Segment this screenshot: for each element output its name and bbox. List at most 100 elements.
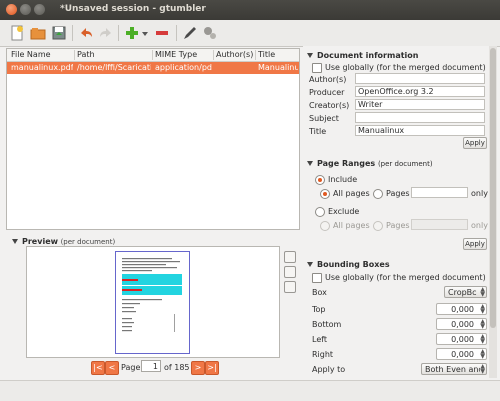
redo-button[interactable] (97, 24, 115, 42)
zoom-out-button[interactable] (284, 281, 296, 293)
previous-page-button[interactable]: < (105, 361, 119, 375)
producer-label: Producer (309, 88, 345, 97)
exclude-all-pages-radio[interactable] (320, 221, 330, 231)
page-ranges-header[interactable]: Page Ranges (per document) (307, 159, 433, 168)
right-label: Right (312, 350, 334, 359)
include-all-pages-label: All pages (333, 189, 370, 198)
updown-icon: ▲ ▼ (480, 286, 485, 298)
document-information-label: Document information (317, 51, 419, 60)
file-list[interactable]: File Name Path MIME Type Author(s) Title… (6, 48, 300, 230)
bottom-value: 0,000 (451, 320, 474, 329)
updown-icon: ▲ ▼ (480, 303, 485, 315)
open-button[interactable] (29, 24, 47, 42)
producer-field[interactable]: OpenOffice.org 3.2 (355, 86, 485, 97)
remove-button[interactable] (153, 24, 171, 42)
last-page-icon: >| (207, 363, 217, 372)
include-pages-radio[interactable] (373, 189, 383, 199)
page-ranges-label: Page Ranges (317, 159, 376, 168)
subject-label: Subject (309, 114, 339, 123)
preview-area (26, 246, 280, 358)
open-icon (30, 28, 46, 40)
box-select[interactable]: CropBc ▲ ▼ (444, 286, 487, 298)
new-session-button[interactable] (8, 24, 26, 42)
author-field[interactable] (355, 73, 485, 84)
document-information-header[interactable]: Document information (307, 51, 419, 60)
add-menu-button[interactable] (141, 24, 149, 42)
bottom-spinner[interactable]: 0,000 ▲ ▼ (436, 318, 487, 330)
include-pages-input[interactable] (411, 187, 468, 198)
minimize-window-button[interactable] (20, 4, 31, 15)
include-pages-label: Pages (386, 189, 410, 198)
previous-page-icon: < (108, 363, 116, 372)
column-divider (213, 50, 214, 60)
toolbar-separator (176, 25, 177, 41)
fit-page-button[interactable] (284, 266, 296, 278)
column-path[interactable]: Path (77, 50, 151, 59)
page-thumbnail (115, 251, 190, 354)
page-label: Page (121, 363, 141, 372)
remove-icon (156, 31, 168, 35)
updown-icon: ▲ ▼ (480, 348, 485, 360)
left-spinner[interactable]: 0,000 ▲ ▼ (436, 333, 487, 345)
apply-to-value: Both Even anc (425, 365, 483, 374)
exclude-only-label: only (471, 221, 488, 230)
title-field[interactable]: Manualinux (355, 125, 485, 136)
zoom-in-button[interactable] (284, 251, 296, 263)
docinfo-use-globally-label: Use globally (for the merged document) (325, 63, 486, 72)
exclude-pages-input[interactable] (411, 219, 468, 230)
title-label: Title (309, 127, 327, 136)
redo-icon (100, 28, 111, 37)
column-title[interactable]: Title (258, 50, 298, 59)
scrollbar-thumb[interactable] (490, 48, 496, 328)
apply-to-select[interactable]: Both Even anc ▲ ▼ (421, 363, 487, 375)
chevron-down-icon (142, 32, 148, 36)
updown-icon: ▲ ▼ (480, 333, 485, 345)
expander-triangle-icon (307, 262, 313, 267)
exclude-all-pages-label: All pages (333, 221, 370, 230)
cell-mime-type: application/pdf (155, 63, 212, 72)
column-authors[interactable]: Author(s) (216, 50, 254, 59)
add-button[interactable] (123, 24, 141, 42)
updown-icon: ▲ ▼ (480, 318, 485, 330)
exclude-pages-radio[interactable] (373, 221, 383, 231)
column-divider (152, 50, 153, 60)
docinfo-apply-button[interactable]: Apply (463, 137, 487, 149)
maximize-window-button[interactable] (34, 4, 45, 15)
bounding-boxes-label: Bounding Boxes (317, 260, 390, 269)
top-spinner[interactable]: 0,000 ▲ ▼ (436, 303, 487, 315)
right-spinner[interactable]: 0,000 ▲ ▼ (436, 348, 487, 360)
table-row[interactable]: manualinux.pdf /home/lffi/Scaricati appl… (7, 62, 299, 74)
exclude-pages-label: Pages (386, 221, 410, 230)
close-window-button[interactable] (6, 4, 17, 15)
settings-button[interactable] (201, 24, 219, 42)
apply-to-label: Apply to (312, 365, 346, 374)
undo-button[interactable] (77, 24, 95, 42)
edit-button[interactable] (181, 24, 199, 42)
page-ranges-note: (per document) (377, 160, 433, 168)
include-radio[interactable] (315, 175, 325, 185)
page-number-input[interactable]: 1 (141, 360, 161, 372)
creator-field[interactable]: Writer (355, 99, 485, 110)
first-page-button[interactable]: |< (91, 361, 105, 375)
cell-path: /home/lffi/Scaricati (77, 63, 151, 72)
bounding-boxes-header[interactable]: Bounding Boxes (307, 260, 390, 269)
column-file-name[interactable]: File Name (11, 50, 71, 59)
ranges-apply-button[interactable]: Apply (463, 238, 487, 250)
save-button[interactable] (50, 24, 68, 42)
panel-scrollbar[interactable] (489, 46, 497, 378)
bbox-use-globally-checkbox[interactable] (312, 273, 322, 283)
include-all-pages-radio[interactable] (320, 189, 330, 199)
first-page-icon: |< (93, 363, 103, 372)
exclude-label: Exclude (328, 207, 360, 216)
subject-field[interactable] (355, 112, 485, 123)
preview-header[interactable]: Preview (per document) (12, 237, 115, 246)
app-window: *Unsaved session - gtumbler File Name Pa… (0, 0, 500, 401)
file-list-header: File Name Path MIME Type Author(s) Title (7, 49, 299, 62)
column-mime-type[interactable]: MIME Type (155, 50, 211, 59)
exclude-radio[interactable] (315, 207, 325, 217)
last-page-button[interactable]: >| (205, 361, 219, 375)
cell-file-name: manualinux.pdf (11, 63, 73, 72)
toolbar-separator (72, 25, 73, 41)
status-bar (0, 380, 500, 401)
next-page-button[interactable]: > (191, 361, 205, 375)
